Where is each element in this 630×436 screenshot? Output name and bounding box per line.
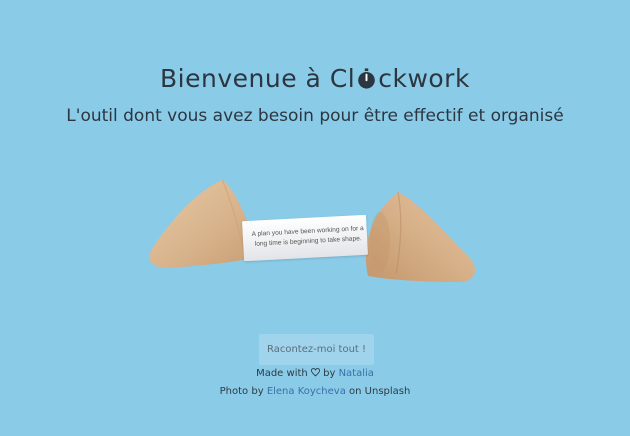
photo-by-text: Photo by bbox=[219, 386, 264, 397]
by-text: by bbox=[323, 368, 336, 379]
stopwatch-icon bbox=[358, 68, 376, 89]
fortune-cookie-image: A plan you have been working on for a lo… bbox=[140, 170, 490, 295]
title-text-start: Bienvenue à Cl bbox=[160, 64, 356, 93]
author-link[interactable]: Natalia bbox=[339, 368, 374, 379]
title-text-end: ckwork bbox=[378, 64, 470, 93]
heart-icon bbox=[310, 368, 320, 377]
page-subtitle: L'outil dont vous avez besoin pour être … bbox=[66, 106, 564, 126]
made-with-text: Made with bbox=[256, 368, 308, 379]
on-unsplash-text: on Unsplash bbox=[349, 386, 411, 397]
tell-me-more-button[interactable]: Racontez-moi tout ! bbox=[259, 334, 374, 365]
photographer-link[interactable]: Elena Koycheva bbox=[267, 386, 346, 397]
made-with-credit: Made with by Natalia bbox=[0, 368, 630, 379]
photo-credit: Photo by Elena Koycheva on Unsplash bbox=[0, 386, 630, 397]
page-title: Bienvenue à Cl ckwork bbox=[0, 64, 630, 93]
